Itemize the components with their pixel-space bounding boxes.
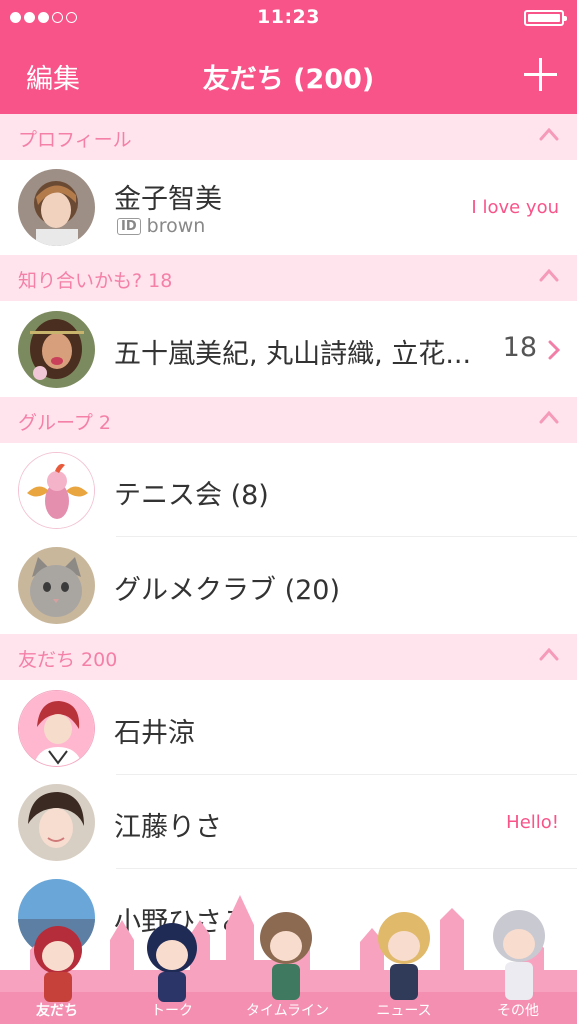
suggested-names: 五十嵐美紀, 丸山詩織, 立花...	[114, 339, 472, 370]
tab-news[interactable]: ニュース	[354, 1000, 454, 1020]
collapse-chevron-icon[interactable]	[539, 410, 559, 424]
tab-more[interactable]: その他	[468, 1000, 568, 1020]
collapse-chevron-icon[interactable]	[539, 647, 559, 661]
profile-name: 金子智美	[114, 184, 222, 215]
id-value: brown	[146, 215, 206, 237]
page-title: 友だち (200)	[202, 64, 375, 95]
friend-row[interactable]: 江藤りさ Hello!	[0, 775, 577, 869]
status-bar: 11:23	[0, 0, 577, 38]
section-header-groups[interactable]: グループ 2	[0, 397, 577, 443]
section-label: プロフィール	[18, 129, 132, 151]
navigation-bar: 編集 友だち (200)	[0, 38, 577, 114]
avatar	[18, 690, 95, 767]
section-label: 友だち 200	[18, 649, 118, 671]
profile-id: ID brown	[117, 215, 205, 237]
section-label: グループ 2	[18, 412, 111, 434]
group-row[interactable]: テニス会 (8)	[0, 443, 577, 537]
group-name: グルメクラブ (20)	[114, 575, 341, 606]
status-message: I love you	[471, 197, 559, 218]
id-badge: ID	[117, 217, 141, 235]
battery-icon	[524, 10, 567, 26]
section-header-profile[interactable]: プロフィール	[0, 114, 577, 160]
group-row[interactable]: グルメクラブ (20)	[0, 538, 577, 632]
avatar	[18, 547, 95, 624]
group-name: テニス会 (8)	[114, 480, 269, 511]
chevron-right-icon	[548, 340, 561, 364]
friend-row[interactable]: 石井涼	[0, 681, 577, 775]
avatar	[18, 169, 95, 246]
suggestions-row[interactable]: 五十嵐美紀, 丸山詩織, 立花... 18	[0, 302, 577, 396]
profile-row[interactable]: 金子智美 ID brown I love you	[0, 160, 577, 254]
status-message: Hello!	[506, 812, 559, 833]
row-divider	[116, 868, 577, 869]
tab-talk[interactable]: トーク	[122, 1000, 222, 1020]
friend-name: 江藤りさ	[114, 812, 222, 843]
section-label: 知り合いかも? 18	[18, 270, 173, 292]
row-divider	[116, 536, 577, 537]
add-friend-icon[interactable]	[524, 58, 557, 91]
tab-timeline[interactable]: タイムライン	[225, 1000, 350, 1020]
collapse-chevron-icon[interactable]	[539, 268, 559, 282]
section-header-friends[interactable]: 友だち 200	[0, 634, 577, 680]
tab-bar: 友だち トーク タイムライン ニュース その他	[0, 880, 577, 1024]
section-header-suggestions[interactable]: 知り合いかも? 18	[0, 255, 577, 301]
tab-friends[interactable]: 友だち	[7, 1000, 107, 1020]
avatar	[18, 784, 95, 861]
friend-name: 石井涼	[114, 718, 195, 749]
avatar	[18, 452, 95, 529]
suggestion-count: 18	[502, 332, 537, 363]
status-time: 11:23	[257, 6, 320, 28]
avatar	[18, 311, 95, 388]
collapse-chevron-icon[interactable]	[539, 127, 559, 141]
top-bar: 11:23 編集 友だち (200)	[0, 0, 577, 114]
